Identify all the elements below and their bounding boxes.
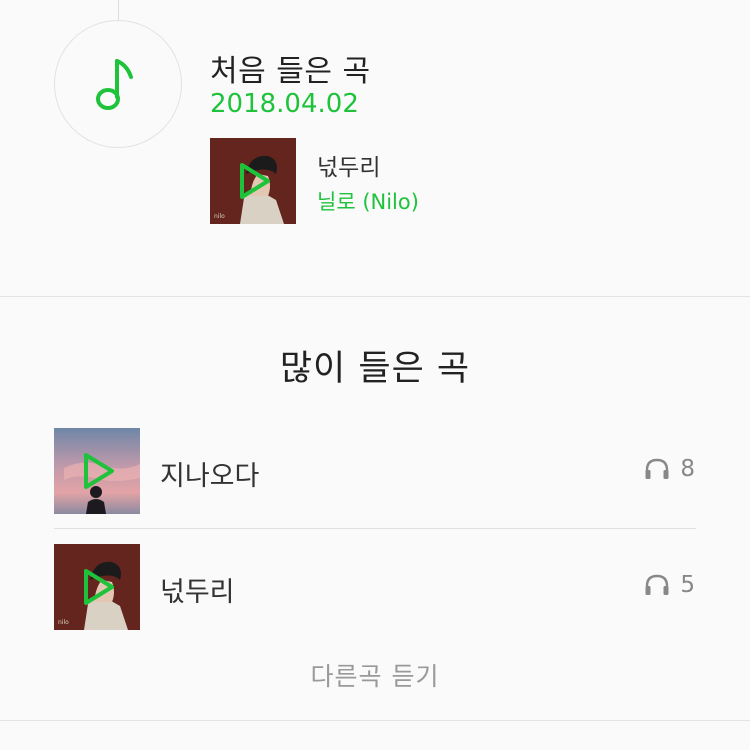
music-note-icon <box>96 59 133 110</box>
headphones-icon <box>645 458 669 479</box>
first-played-artist[interactable]: 닐로 (Nilo) <box>317 186 419 216</box>
most-played-title-2[interactable]: 넋두리 <box>160 570 235 609</box>
first-played-album-art[interactable]: nilo <box>210 138 296 224</box>
cover-signature: nilo <box>214 213 225 220</box>
play-count-value: 5 <box>680 572 695 598</box>
first-played-heading: 처음 들은 곡 <box>210 54 371 89</box>
first-played-song-title[interactable]: 넋두리 <box>317 148 380 182</box>
music-note-badge <box>54 20 182 148</box>
play-count-2: 5 <box>644 572 695 598</box>
most-played-title-1[interactable]: 지나오다 <box>160 454 259 493</box>
first-played-date: 2018.04.02 <box>210 89 359 119</box>
play-icon[interactable] <box>238 161 272 201</box>
section-divider <box>0 296 750 297</box>
play-icon[interactable] <box>82 567 116 607</box>
headphones-icon <box>645 574 669 595</box>
row-divider <box>54 528 696 529</box>
bottom-divider <box>0 720 750 721</box>
most-played-album-art-2[interactable]: nilo <box>54 544 140 630</box>
cover-signature: nilo <box>58 619 69 626</box>
more-songs-button[interactable]: 다른곡 듣기 <box>0 657 750 693</box>
most-played-heading: 많이 들은 곡 <box>279 349 471 389</box>
music-history-page: 처음 들은 곡 2018.04.02 nilo 넋두리 닐로 (Nilo) 많이… <box>0 0 750 750</box>
play-count-value: 8 <box>680 456 695 482</box>
play-icon[interactable] <box>82 451 116 491</box>
play-count-1: 8 <box>644 456 695 482</box>
timeline-line <box>118 0 119 20</box>
most-played-album-art-1[interactable] <box>54 428 140 514</box>
